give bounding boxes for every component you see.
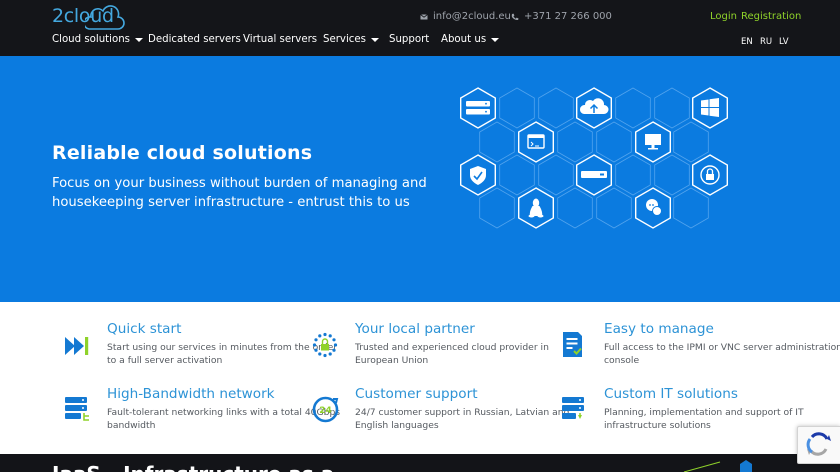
feature-description: Trusted and experienced cloud provider i… bbox=[355, 342, 549, 366]
logo-text: 2cloud bbox=[52, 5, 114, 27]
hero-subtitle: Focus on your business without burden of… bbox=[52, 176, 427, 210]
envelope-icon bbox=[420, 13, 428, 19]
registration-link[interactable]: Registration bbox=[741, 11, 801, 22]
phone-icon bbox=[511, 13, 519, 20]
nav-item-support[interactable]: Support bbox=[389, 34, 441, 45]
lang-lv[interactable]: LV bbox=[779, 37, 789, 47]
main-nav: Cloud solutions Dedicated servers Virtua… bbox=[52, 34, 511, 45]
nav-label: Dedicated servers bbox=[148, 34, 241, 45]
iaas-title: IaaS - Infrastructure as a bbox=[52, 462, 334, 472]
feature-title: Easy to manage bbox=[604, 321, 714, 337]
feature-description: Fault-tolerant networking links with a t… bbox=[107, 407, 341, 431]
nav-item-virtual-servers[interactable]: Virtual servers bbox=[243, 34, 323, 45]
hex-tile bbox=[460, 87, 496, 129]
feature-description: 24/7 customer support in Russian, Latvia… bbox=[355, 407, 570, 431]
recaptcha-badge[interactable] bbox=[797, 426, 840, 464]
support-24-icon: 24 bbox=[312, 396, 339, 423]
contact-phone[interactable]: +371 27 266 000 bbox=[511, 11, 612, 22]
feature-title: Your local partner bbox=[355, 321, 475, 337]
phone-text: +371 27 266 000 bbox=[524, 11, 612, 22]
nav-label: Support bbox=[389, 34, 430, 45]
document-check-icon bbox=[563, 332, 582, 357]
feature-title: Quick start bbox=[107, 321, 182, 337]
fast-forward-icon bbox=[65, 337, 89, 355]
eu-lock-icon bbox=[312, 332, 338, 358]
network-graphic-icon bbox=[683, 460, 752, 472]
nav-item-about-us[interactable]: About us bbox=[441, 34, 511, 45]
rack-unit-icon bbox=[581, 171, 607, 178]
chevron-down-icon bbox=[135, 38, 143, 42]
feature-high-bandwidth: High-Bandwidth network Fault-tolerant ne… bbox=[107, 386, 347, 432]
iaas-section: IaaS - Infrastructure as a bbox=[0, 454, 840, 472]
recaptcha-icon bbox=[806, 432, 831, 456]
lang-en[interactable]: EN bbox=[741, 37, 753, 47]
server-network-icon bbox=[65, 397, 89, 421]
server-custom-icon bbox=[562, 397, 584, 419]
nav-label: About us bbox=[441, 34, 487, 45]
hero-section: Reliable cloud solutions Focus on your b… bbox=[0, 56, 840, 302]
nav-item-cloud-solutions[interactable]: Cloud solutions bbox=[52, 34, 148, 45]
hero-title: Reliable cloud solutions bbox=[52, 142, 313, 164]
feature-quick-start: Quick start Start using our services in … bbox=[107, 321, 347, 367]
feature-easy-to-manage: Easy to manage Full access to the IPMI o… bbox=[604, 321, 840, 367]
login-link[interactable]: Login bbox=[710, 11, 737, 22]
support-24-glyph: 24 bbox=[319, 406, 332, 416]
nav-label: Services bbox=[323, 34, 366, 45]
feature-description: Start using our services in minutes from… bbox=[107, 342, 338, 366]
contact-email[interactable]: info@2cloud.eu bbox=[420, 11, 511, 22]
nav-item-services[interactable]: Services bbox=[323, 34, 389, 45]
nav-label: Cloud solutions bbox=[52, 34, 130, 45]
feature-customer-support: Customer support 24/7 customer support i… bbox=[355, 386, 595, 432]
feature-title: Customer support bbox=[355, 386, 478, 402]
nav-label: Virtual servers bbox=[243, 34, 318, 45]
chevron-down-icon bbox=[370, 38, 379, 42]
nav-item-dedicated-servers[interactable]: Dedicated servers bbox=[148, 34, 243, 45]
email-text: info@2cloud.eu bbox=[433, 11, 511, 22]
features-section: Quick start Start using our services in … bbox=[0, 302, 840, 454]
feature-local-partner: Your local partner Trusted and experienc… bbox=[355, 321, 595, 367]
feature-title: Custom IT solutions bbox=[604, 386, 738, 402]
lang-ru[interactable]: RU bbox=[760, 37, 772, 47]
hex-grid-illustration bbox=[460, 87, 728, 229]
site-header: 2cloud info@2cloud.eu +371 27 266 000 Lo… bbox=[0, 0, 840, 56]
chevron-down-icon bbox=[491, 38, 500, 42]
feature-title: High-Bandwidth network bbox=[107, 386, 275, 402]
feature-description: Full access to the IPMI or VNC server ad… bbox=[604, 342, 840, 366]
hex-tile bbox=[518, 121, 554, 163]
